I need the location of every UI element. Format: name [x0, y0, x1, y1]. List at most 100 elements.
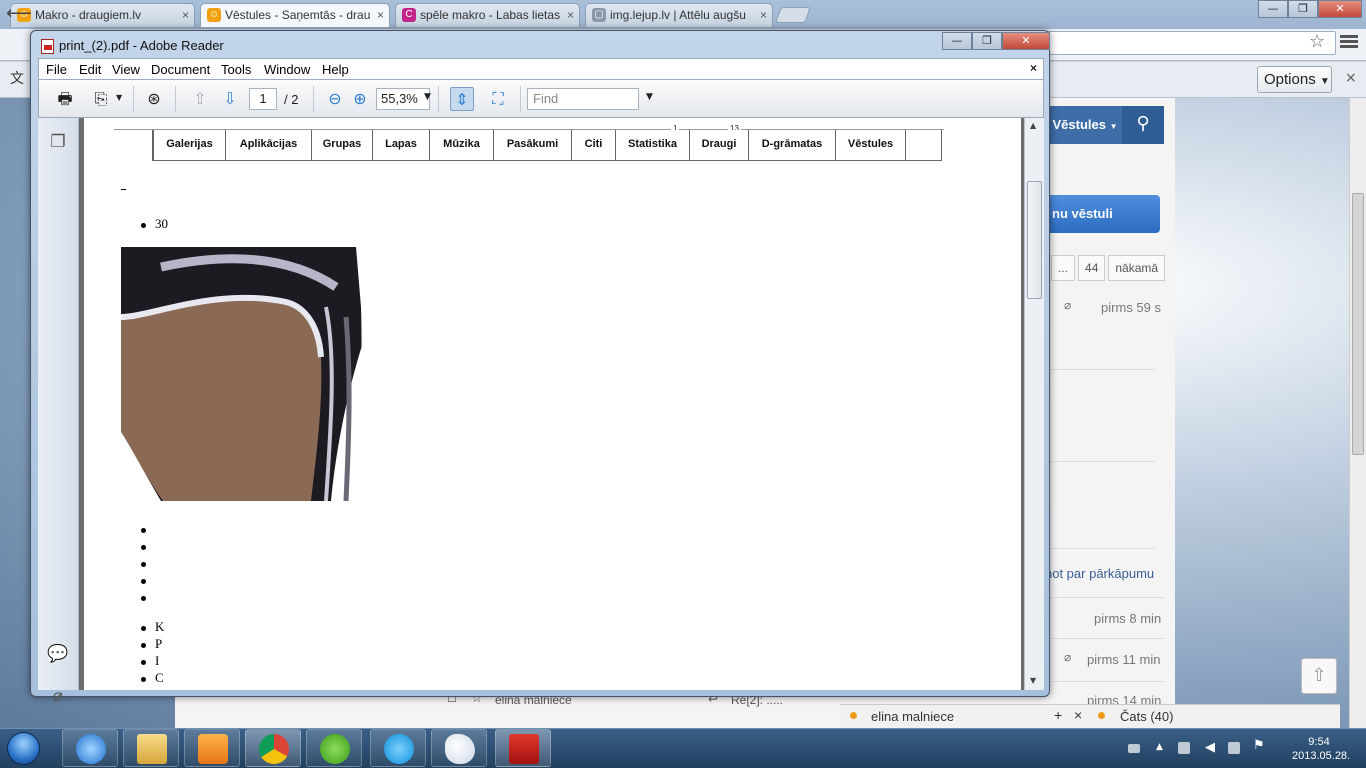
- comments-icon[interactable]: 💬: [47, 644, 69, 666]
- menu-help[interactable]: Help: [322, 62, 349, 77]
- zoom-in-icon[interactable]: ⊕: [348, 87, 372, 111]
- scrollbar-thumb[interactable]: [1027, 181, 1042, 299]
- pdf-list-letter: P: [155, 636, 163, 651]
- taskbar-ie[interactable]: [62, 729, 118, 767]
- back-arrow-icon[interactable]: ⟵: [6, 3, 32, 24]
- pager-next[interactable]: nākamā: [1108, 255, 1166, 281]
- bullet: [141, 579, 146, 584]
- collaborate-icon[interactable]: ⊛: [142, 87, 166, 111]
- show-hidden-icons-arrow-icon[interactable]: ▲: [1156, 742, 1163, 752]
- minimize-button[interactable]: —: [942, 32, 972, 50]
- start-button[interactable]: [4, 729, 44, 767]
- share-icon[interactable]: ⎘: [89, 87, 113, 111]
- taskbar-media-player[interactable]: [184, 729, 240, 767]
- pdf-tab-statistika: Statistika: [615, 130, 690, 161]
- chrome-window-controls: — ❐ ✕: [1258, 0, 1362, 18]
- menu-view[interactable]: View: [112, 62, 140, 77]
- minimize-button[interactable]: —: [1258, 0, 1288, 18]
- pager-page-44[interactable]: 44: [1078, 255, 1106, 281]
- fit-page-icon[interactable]: ⛶: [486, 87, 510, 111]
- system-clock[interactable]: 9:54 2013.05.28.: [1292, 735, 1351, 763]
- previous-page-icon[interactable]: ⇧: [188, 87, 212, 111]
- keyboard-icon[interactable]: [1128, 744, 1140, 753]
- divider: [1048, 681, 1165, 682]
- tab-makro-draugiem[interactable]: ☺ Makro - draugiem.lv ×: [10, 3, 195, 27]
- page-favicon-icon: ▢: [592, 8, 606, 22]
- zoom-level-input[interactable]: 55,3%: [376, 88, 430, 110]
- dropdown-arrow-icon[interactable]: ▼: [116, 93, 122, 102]
- menu-icon[interactable]: [1340, 33, 1358, 50]
- zoom-dropdown-arrow-icon[interactable]: ▼: [424, 92, 431, 102]
- scrollbar-thumb[interactable]: [1352, 193, 1364, 455]
- scroll-down-arrow-icon[interactable]: ▼: [1030, 676, 1036, 685]
- scroll-up-arrow-icon[interactable]: ▲: [1030, 121, 1036, 130]
- menu-edit[interactable]: Edit: [79, 62, 101, 77]
- address-bar[interactable]: [1040, 31, 1336, 55]
- zoom-out-icon[interactable]: ⊖: [323, 87, 347, 111]
- document-close-icon[interactable]: ×: [1030, 61, 1037, 75]
- page-number-input[interactable]: 1: [249, 88, 277, 110]
- labas-lietas-favicon-icon: C: [402, 8, 416, 22]
- new-message-button[interactable]: nu vēstuli: [1048, 195, 1160, 233]
- maximize-button[interactable]: ❐: [972, 32, 1002, 50]
- media-player-icon: [198, 734, 228, 764]
- tab-vestules[interactable]: ☺ Vēstules - Saņemtās - drau ×: [200, 3, 390, 27]
- pdf-nav-tabs: Galerijas Aplikācijas Grupas Lapas Mūzik…: [152, 130, 942, 161]
- find-input[interactable]: Find: [527, 88, 639, 110]
- plus-icon[interactable]: +: [1054, 707, 1062, 723]
- options-button[interactable]: Options ▼: [1257, 66, 1332, 93]
- new-tab-button[interactable]: [775, 7, 811, 23]
- chat-user-name[interactable]: elina malniece: [871, 709, 954, 724]
- taskbar-chrome[interactable]: [245, 729, 301, 767]
- nav-vestules-dropdown[interactable]: Vēstules ▼: [1048, 106, 1122, 144]
- pages-panel-icon[interactable]: ❐: [47, 132, 69, 154]
- page-scrollbar[interactable]: [1349, 98, 1366, 728]
- tab-img-lejup[interactable]: ▢ img.lejup.lv | Attēlu augšu ×: [585, 3, 773, 27]
- tab-close-icon[interactable]: ×: [760, 4, 767, 26]
- skype-icon: [384, 734, 414, 764]
- find-dropdown-arrow-icon[interactable]: ▼: [646, 92, 653, 102]
- chrome-icon: [259, 734, 289, 764]
- pdf-tab-lapas: Lapas: [372, 130, 430, 161]
- taskbar-skype[interactable]: [370, 729, 426, 767]
- tab-close-icon[interactable]: ×: [377, 4, 384, 26]
- tab-close-icon[interactable]: ×: [182, 4, 189, 26]
- adobe-reader-window: print_(2).pdf - Adobe Reader — ❐ ✕ File …: [30, 30, 1050, 706]
- taskbar-paint[interactable]: [431, 729, 487, 767]
- report-abuse-link[interactable]: ņot par pārkāpumu: [1045, 566, 1154, 581]
- network-icon[interactable]: [1228, 742, 1240, 754]
- menu-file[interactable]: File: [46, 62, 67, 77]
- underscore-mark: [121, 189, 126, 190]
- tab-close-icon[interactable]: ×: [567, 4, 574, 26]
- bookmark-star-icon[interactable]: ☆: [1309, 31, 1325, 52]
- translate-bar-close-icon[interactable]: ×: [1345, 70, 1357, 86]
- close-button[interactable]: ✕: [1318, 0, 1362, 18]
- menu-tools[interactable]: Tools: [221, 62, 251, 77]
- pdf-page: 1 13 Galerijas Aplikācijas Grupas Lapas …: [84, 118, 1021, 690]
- volume-icon[interactable]: ◀: [1205, 740, 1215, 755]
- bullet: [141, 223, 146, 228]
- attachments-clip-icon[interactable]: ⌀: [47, 686, 69, 708]
- close-button[interactable]: ✕: [1002, 32, 1050, 50]
- search-icon[interactable]: ⚲: [1122, 106, 1164, 144]
- scroll-to-top-arrow-icon[interactable]: ⇧: [1301, 658, 1337, 694]
- chat-toggle[interactable]: Čats (40): [1120, 709, 1173, 724]
- tab-spele-makro[interactable]: C spēle makro - Labas lietas ×: [395, 3, 580, 27]
- pager-ellipsis[interactable]: ...: [1051, 255, 1076, 281]
- taskbar-utorrent[interactable]: [306, 729, 362, 767]
- close-icon[interactable]: ×: [1074, 707, 1082, 723]
- maximize-button[interactable]: ❐: [1288, 0, 1318, 18]
- taskbar-explorer[interactable]: [123, 729, 179, 767]
- tray-app-icon[interactable]: [1178, 742, 1190, 754]
- print-icon[interactable]: 🖶: [53, 87, 77, 111]
- next-page-icon[interactable]: ⇩: [218, 87, 242, 111]
- internet-explorer-icon: [76, 734, 106, 764]
- clock-date: 2013.05.28.: [1292, 750, 1351, 762]
- document-scrollbar[interactable]: ▲ ▼: [1024, 118, 1044, 690]
- menu-document[interactable]: Document: [151, 62, 210, 77]
- page-total: / 2: [284, 92, 299, 107]
- scroll-mode-icon[interactable]: ⇕: [450, 87, 474, 111]
- menu-window[interactable]: Window: [264, 62, 310, 77]
- action-center-flag-icon[interactable]: ⚑: [1253, 738, 1265, 753]
- taskbar-adobe-reader[interactable]: [495, 729, 551, 767]
